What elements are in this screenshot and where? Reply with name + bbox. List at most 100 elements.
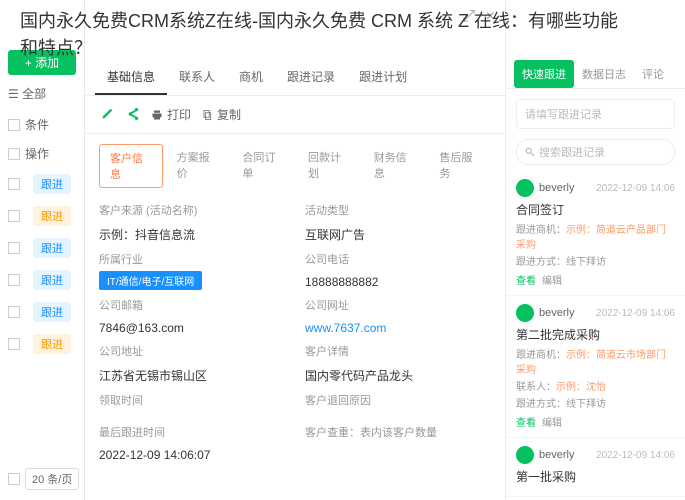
tab-basic-info[interactable]: 基础信息 [95, 60, 167, 95]
industry-tag[interactable]: IT/通信/电子/互联网 [99, 271, 202, 290]
operate-label: 操作 [25, 145, 49, 162]
follow-tag[interactable]: 跟进 [33, 174, 71, 194]
field-label: 活动类型 [305, 202, 491, 218]
field-phone: 公司电话 18888888882 [305, 251, 491, 293]
sidebar-operate-row: 操作 [0, 139, 84, 168]
subtab-service[interactable]: 售后服务 [429, 144, 491, 188]
field-weight: 客户查重：表内该客户数量 [305, 424, 491, 466]
share-icon[interactable] [125, 106, 141, 122]
checkbox[interactable] [8, 210, 20, 222]
edit-action[interactable]: 编辑 [542, 272, 562, 287]
activity-title: 第二批完成采购 [516, 326, 675, 343]
search-follow-input[interactable]: 搜索跟进记录 [516, 139, 675, 165]
main-tab-bar: 基础信息 联系人 商机 跟进记录 跟进计划 [85, 60, 505, 96]
field-label: 最后跟进时间 [99, 424, 285, 440]
tab-comments[interactable]: 评论 [634, 60, 672, 88]
subtab-contract[interactable]: 合同订单 [232, 144, 294, 188]
field-last-follow: 最后跟进时间 2022-12-09 14:06:07 [99, 424, 285, 466]
follow-tag[interactable]: 跟进 [33, 206, 71, 226]
field-label: 公司邮箱 [99, 297, 285, 313]
print-button[interactable]: 打印 [151, 106, 191, 123]
edit-action[interactable]: 编辑 [542, 414, 562, 429]
main-detail-panel: ⤢ × 基础信息 联系人 商机 跟进记录 跟进计划 打印 复制 客户信息 方案报… [85, 0, 505, 500]
tab-contacts[interactable]: 联系人 [167, 60, 227, 95]
avatar [516, 179, 534, 197]
field-detail: 客户详情 国内零代码产品龙头 [305, 343, 491, 388]
edit-icon[interactable] [99, 106, 115, 122]
checkbox[interactable] [8, 338, 20, 350]
list-item[interactable]: 跟进 [0, 232, 84, 264]
activity-time: 2022-12-09 14:06 [596, 450, 675, 461]
field-value[interactable]: 国内零代码产品龙头 [305, 363, 491, 388]
tab-opportunity[interactable]: 商机 [227, 60, 275, 95]
field-value[interactable]: 江苏省无锡市锡山区 [99, 363, 285, 388]
all-filter[interactable]: ☰ 全部 [8, 85, 76, 102]
filter-label: 条件 [25, 116, 49, 133]
toolbar: 打印 复制 [85, 96, 505, 134]
field-value[interactable]: 18888888882 [305, 271, 491, 293]
follow-tag[interactable]: 跟进 [33, 270, 71, 290]
follow-tag[interactable]: 跟进 [33, 334, 71, 354]
checkbox[interactable] [8, 148, 20, 160]
field-receive-time: 领取时间 [99, 392, 285, 420]
subtab-quote[interactable]: 方案报价 [167, 144, 229, 188]
sidebar-filter-row: 条件 [0, 110, 84, 139]
tab-follow-plans[interactable]: 跟进计划 [347, 60, 419, 95]
page-size-selector[interactable]: 20 条/页 [25, 468, 79, 490]
right-tab-bar: 快速跟进 数据日志 评论 [506, 60, 685, 89]
activity-user: beverly [539, 182, 574, 194]
list-item[interactable]: 跟进 [0, 264, 84, 296]
field-label: 领取时间 [99, 392, 285, 408]
list-item[interactable]: 跟进 [0, 296, 84, 328]
follow-record-input[interactable]: 请填写跟进记录 [516, 99, 675, 129]
checkbox[interactable] [8, 242, 20, 254]
activity-line: 联系人：示例：沈怡 [516, 378, 675, 393]
left-sidebar: + 添加 ☰ 全部 条件 操作 跟进 跟进 跟进 跟进 跟进 跟进 20 条/页 [0, 0, 85, 500]
tab-data-log[interactable]: 数据日志 [574, 60, 634, 88]
select-all-checkbox[interactable] [8, 473, 20, 485]
copy-button[interactable]: 复制 [201, 106, 241, 123]
field-value[interactable]: 7846@163.com [99, 317, 285, 339]
pagination: 20 条/页 [8, 468, 79, 490]
activity-item: beverly 2022-12-09 14:06 合同签订 跟进商机：示例：简道… [506, 171, 685, 296]
follow-tag[interactable]: 跟进 [33, 238, 71, 258]
list-item[interactable]: 跟进 [0, 200, 84, 232]
activity-line: 跟进方式：线下拜访 [516, 395, 675, 410]
tab-quick-follow[interactable]: 快速跟进 [514, 60, 574, 88]
checkbox[interactable] [8, 178, 20, 190]
avatar [516, 304, 534, 322]
list-item[interactable]: 跟进 [0, 168, 84, 200]
field-value[interactable] [99, 412, 285, 420]
subtab-finance[interactable]: 财务信息 [364, 144, 426, 188]
subtab-payment[interactable]: 回款计划 [298, 144, 360, 188]
website-link[interactable]: www.7637.com [305, 317, 491, 339]
field-label: 客户退回原因 [305, 392, 491, 408]
field-value[interactable]: 示例：抖音信息流 [99, 222, 285, 247]
field-label: 公司地址 [99, 343, 285, 359]
field-value[interactable]: 2022-12-09 14:06:07 [99, 444, 285, 466]
view-action[interactable]: 查看 [516, 272, 536, 287]
activity-time: 2022-12-09 14:06 [596, 308, 675, 319]
field-address: 公司地址 江苏省无锡市锡山区 [99, 343, 285, 388]
checkbox[interactable] [8, 119, 20, 131]
activity-line: 跟进商机：示例：简道云市场部门采购 [516, 346, 675, 376]
field-value[interactable] [305, 412, 491, 420]
search-icon [525, 147, 535, 157]
list-item[interactable]: 跟进 [0, 328, 84, 360]
field-label: 所属行业 [99, 251, 285, 267]
tab-follow-records[interactable]: 跟进记录 [275, 60, 347, 95]
avatar [516, 446, 534, 464]
checkbox[interactable] [8, 274, 20, 286]
checkbox[interactable] [8, 306, 20, 318]
field-value[interactable]: 互联网广告 [305, 222, 491, 247]
field-label: 客户详情 [305, 343, 491, 359]
view-action[interactable]: 查看 [516, 414, 536, 429]
subtab-customer-info[interactable]: 客户信息 [99, 144, 163, 188]
field-activity-type: 活动类型 互联网广告 [305, 202, 491, 247]
follow-tag[interactable]: 跟进 [33, 302, 71, 322]
activity-title: 第一批采购 [516, 468, 675, 485]
form-grid: 客户来源 (活动名称) 示例：抖音信息流 活动类型 互联网广告 所属行业 IT/… [85, 198, 505, 470]
field-email: 公司邮箱 7846@163.com [99, 297, 285, 339]
activity-title: 合同签订 [516, 201, 675, 218]
field-label: 公司电话 [305, 251, 491, 267]
